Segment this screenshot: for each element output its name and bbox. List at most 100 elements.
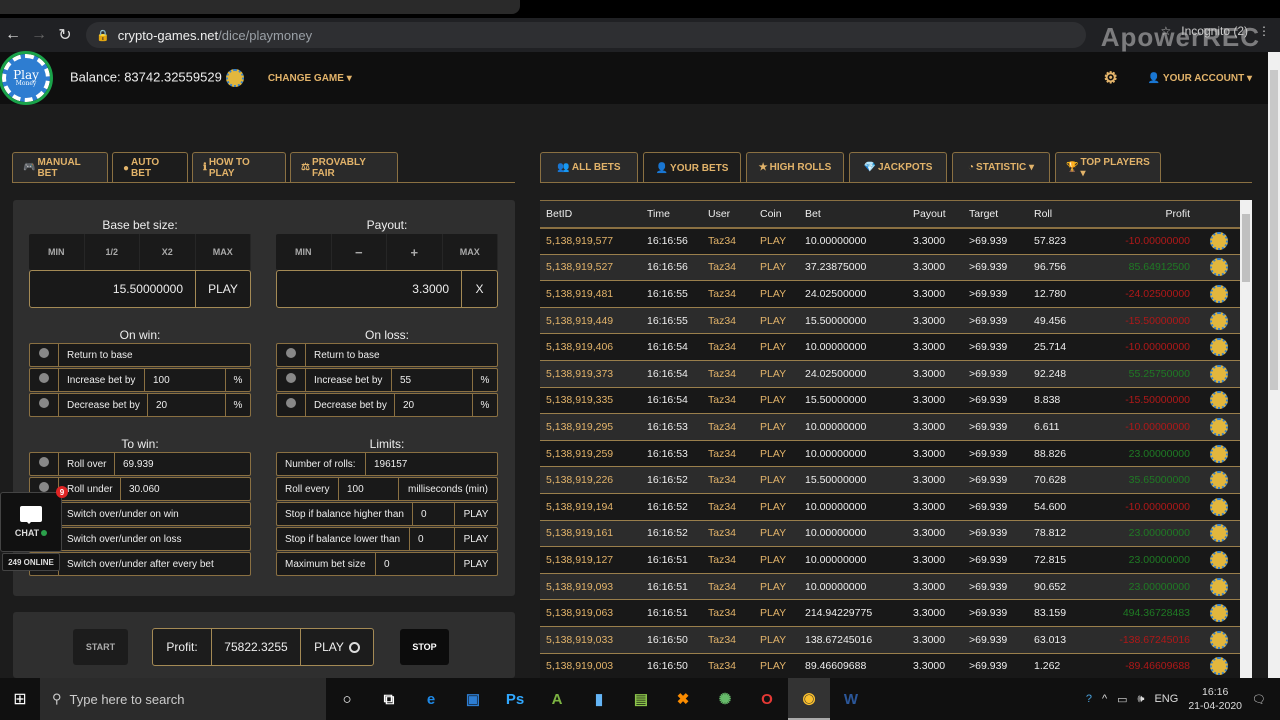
tab-how-to-play[interactable]: ℹ HOW TO PLAY (192, 152, 286, 182)
roll-under-input[interactable]: 30.060 (121, 478, 250, 500)
on-win-increase[interactable]: Increase bet by 100 % (29, 368, 251, 392)
bet-double-button[interactable]: X2 (140, 234, 196, 270)
bet-user[interactable]: Taz34 (702, 493, 754, 521)
radio[interactable] (277, 394, 306, 416)
edge-icon[interactable]: e (410, 678, 452, 720)
settings-gear-icon[interactable]: ⚙ (1104, 68, 1118, 88)
clock[interactable]: 16:16 21-04-2020 (1188, 685, 1242, 713)
bet-user[interactable]: Taz34 (702, 227, 754, 255)
tab-all-bets[interactable]: 👥 ALL BETS (540, 152, 638, 182)
stop-button[interactable]: STOP (400, 629, 449, 665)
bet-user[interactable]: Taz34 (702, 599, 754, 627)
radio[interactable] (30, 394, 59, 416)
bet-user[interactable]: Taz34 (702, 413, 754, 441)
bet-id[interactable]: 5,138,919,527 (540, 254, 641, 282)
logo[interactable]: Play Money (0, 51, 53, 105)
radio[interactable] (277, 369, 306, 391)
bet-user[interactable]: Taz34 (702, 254, 754, 282)
back-icon[interactable]: ← (0, 26, 26, 44)
table-scrollbar[interactable] (1240, 200, 1252, 678)
chrome-icon[interactable]: ◉ (788, 678, 830, 720)
roll-over-option[interactable]: Roll over 69.939 (29, 452, 251, 476)
tab-jackpots[interactable]: 💎 JACKPOTS (849, 152, 947, 182)
table-row[interactable]: 5,138,919,406 16:16:54 Taz34 PLAY 10.0000000… (540, 333, 1240, 361)
bet-max-button[interactable]: MAX (196, 234, 251, 270)
table-row[interactable]: 5,138,919,194 16:16:52 Taz34 PLAY 10.0000000… (540, 493, 1240, 521)
radio[interactable] (30, 369, 59, 391)
bet-id[interactable]: 5,138,919,406 (540, 333, 641, 361)
account-menu[interactable]: 👤 YOUR ACCOUNT ▾ (1148, 73, 1252, 84)
change-game-dropdown[interactable]: CHANGE GAME ▾ (268, 73, 352, 84)
language-indicator[interactable]: ENG (1154, 693, 1178, 705)
bet-user[interactable]: Taz34 (702, 307, 754, 335)
tab-high-rolls[interactable]: ★ HIGH ROLLS (746, 152, 844, 182)
bet-id[interactable]: 5,138,919,335 (540, 387, 641, 415)
switch-on-win-option[interactable]: Switch over/under on win (29, 502, 251, 526)
bet-user[interactable]: Taz34 (702, 520, 754, 548)
bet-id[interactable]: 5,138,919,481 (540, 280, 641, 308)
bet-id[interactable]: 5,138,919,093 (540, 573, 641, 601)
bet-user[interactable]: Taz34 (702, 440, 754, 468)
page-scrollbar[interactable] (1268, 52, 1280, 678)
tab-your-bets[interactable]: 👤 YOUR BETS (643, 152, 741, 183)
col-user[interactable]: User (702, 200, 754, 229)
bet-user[interactable]: Taz34 (702, 360, 754, 388)
roll-over-input[interactable]: 69.939 (115, 453, 250, 475)
stop-lower-input[interactable]: 0 (410, 528, 455, 550)
switch-on-loss-option[interactable]: Switch over/under on loss (29, 527, 251, 551)
file-explorer-icon[interactable]: ▣ (452, 678, 494, 720)
tray-overflow-icon[interactable]: ^ (1102, 693, 1107, 705)
bet-user[interactable]: Taz34 (702, 333, 754, 361)
volume-icon[interactable]: 🕪 (1138, 693, 1145, 706)
on-loss-decrease-input[interactable]: 20 (395, 394, 473, 416)
base-bet-value[interactable]: 15.50000000 (30, 271, 195, 307)
table-row[interactable]: 5,138,919,259 16:16:53 Taz34 PLAY 10.0000000… (540, 440, 1240, 468)
table-row[interactable]: 5,138,919,127 16:16:51 Taz34 PLAY 10.0000000… (540, 546, 1240, 574)
col-coin[interactable]: Coin (754, 200, 799, 229)
device-icon[interactable]: ▮ (578, 678, 620, 720)
android-studio-icon[interactable]: A (536, 678, 578, 720)
table-row[interactable]: 5,138,919,226 16:16:52 Taz34 PLAY 15.5000000… (540, 466, 1240, 494)
table-row[interactable]: 5,138,919,093 16:16:51 Taz34 PLAY 10.0000000… (540, 573, 1240, 601)
table-row[interactable]: 5,138,919,527 16:16:56 Taz34 PLAY 37.2387500… (540, 254, 1240, 282)
bet-id[interactable]: 5,138,919,127 (540, 546, 641, 574)
on-loss-increase[interactable]: Increase bet by 55 % (276, 368, 498, 392)
col-target[interactable]: Target (963, 200, 1028, 229)
tab-provably-fair[interactable]: ⚖ PROVABLY FAIR (290, 152, 398, 182)
radio[interactable] (30, 344, 59, 366)
atom-icon[interactable]: ✺ (704, 678, 746, 720)
table-row[interactable]: 5,138,919,295 16:16:53 Taz34 PLAY 10.0000000… (540, 413, 1240, 441)
on-loss-increase-input[interactable]: 55 (392, 369, 473, 391)
on-loss-return-to-base[interactable]: Return to base (276, 343, 498, 367)
browser-tab[interactable] (0, 0, 520, 14)
xampp-icon[interactable]: ✖ (662, 678, 704, 720)
table-row[interactable]: 5,138,919,063 16:16:51 Taz34 PLAY 214.942297… (540, 599, 1240, 627)
task-view-icon[interactable]: ⧉ (368, 678, 410, 720)
stop-higher-input[interactable]: 0 (413, 503, 455, 525)
payout-max-button[interactable]: MAX (443, 234, 498, 270)
payout-value[interactable]: 3.3000 (277, 271, 461, 307)
bet-user[interactable]: Taz34 (702, 573, 754, 601)
tab-statistic[interactable]: ◔ STATISTIC ▾ (952, 152, 1050, 182)
max-bet-input[interactable]: 0 (376, 553, 455, 575)
bet-id[interactable]: 5,138,919,449 (540, 307, 641, 335)
cortana-icon[interactable]: ○ (326, 678, 368, 720)
bet-id[interactable]: 5,138,919,295 (540, 413, 641, 441)
battery-icon[interactable]: ▭ (1117, 693, 1127, 706)
bet-user[interactable]: Taz34 (702, 387, 754, 415)
address-bar[interactable]: 🔒 crypto-games.net/dice/playmoney (86, 22, 1086, 48)
tab-manual-bet[interactable]: 🎮 MANUAL BET (12, 152, 108, 182)
bet-id[interactable]: 5,138,919,226 (540, 466, 641, 494)
col-bet[interactable]: Bet (799, 200, 907, 229)
bet-id[interactable]: 5,138,919,063 (540, 599, 641, 627)
bet-user[interactable]: Taz34 (702, 466, 754, 494)
start-button[interactable]: START (73, 629, 128, 665)
bet-user[interactable]: Taz34 (702, 546, 754, 574)
on-win-increase-input[interactable]: 100 (145, 369, 226, 391)
notifications-icon[interactable]: 🗨 (1252, 693, 1266, 706)
help-icon[interactable]: ? (1086, 693, 1092, 705)
bet-half-button[interactable]: 1/2 (85, 234, 140, 270)
col-betid[interactable]: BetID (540, 200, 641, 229)
col-roll[interactable]: Roll (1028, 200, 1100, 229)
table-row[interactable]: 5,138,919,577 16:16:56 Taz34 PLAY 10.0000000… (540, 227, 1240, 255)
